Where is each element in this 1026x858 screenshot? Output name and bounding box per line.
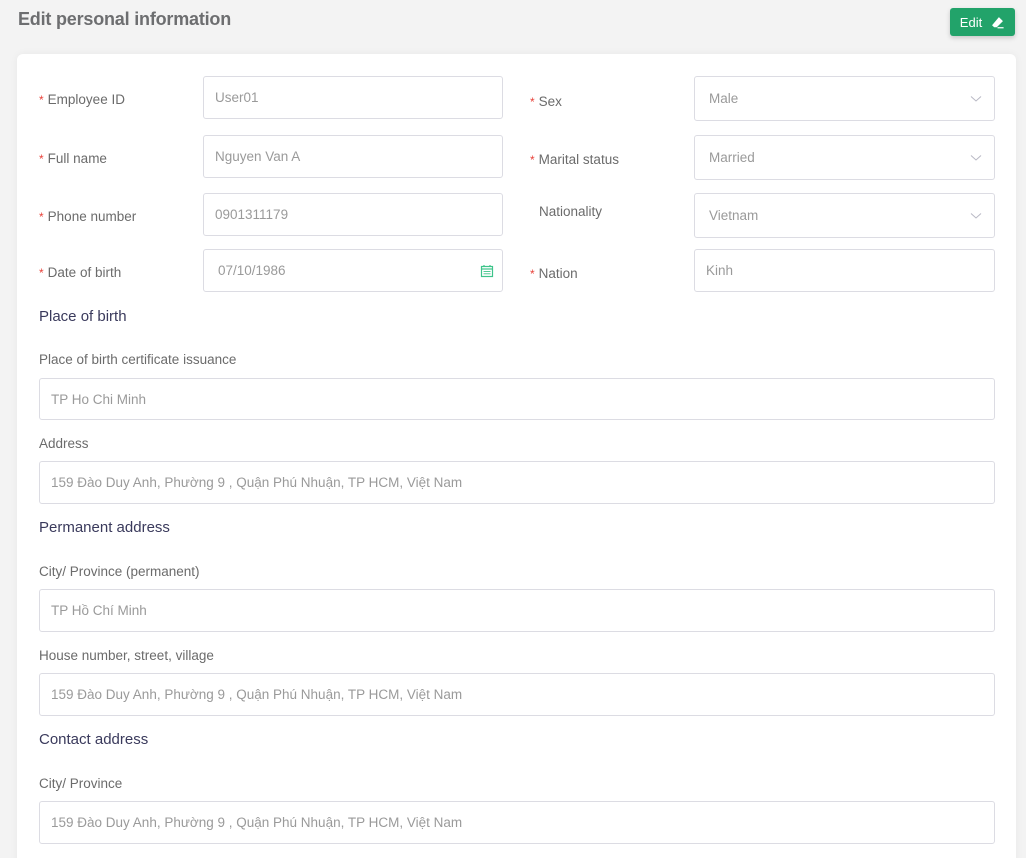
required-marker: *	[39, 152, 44, 166]
marital-status-select[interactable]: Married	[694, 135, 995, 180]
marital-status-value: Married	[709, 150, 755, 165]
employee-id-label: * Employee ID	[39, 92, 125, 107]
required-marker: *	[530, 153, 535, 167]
permanent-city-value: TP Hồ Chí Minh	[51, 603, 147, 618]
contact-city-value: 159 Đào Duy Anh, Phường 9 , Quận Phú Nhu…	[51, 815, 463, 830]
birth-certificate-issuance-input[interactable]: TP Ho Chi Minh	[39, 378, 995, 420]
chevron-down-icon	[970, 212, 982, 219]
permanent-street-label: House number, street, village	[39, 648, 214, 663]
permanent-city-input[interactable]: TP Hồ Chí Minh	[39, 589, 995, 632]
edit-button-label: Edit	[959, 14, 983, 30]
nation-value: Kinh	[706, 263, 734, 278]
place-of-birth-section-title: Place of birth	[39, 308, 127, 325]
sex-select[interactable]: Male	[694, 76, 995, 121]
date-of-birth-label: * Date of birth	[39, 265, 122, 280]
edit-button[interactable]: Edit	[950, 8, 1015, 36]
phone-number-value: 0901311179	[215, 207, 289, 222]
full-name-input[interactable]: Nguyen Van A	[203, 135, 503, 178]
required-marker: *	[530, 95, 535, 109]
page-title: Edit personal information	[18, 9, 232, 29]
required-marker: *	[530, 267, 535, 281]
chevron-down-icon	[970, 154, 982, 161]
birth-address-input[interactable]: 159 Đào Duy Anh, Phường 9 , Quận Phú Nhu…	[39, 461, 995, 504]
birth-certificate-issuance-label: Place of birth certificate issuance	[39, 352, 237, 367]
required-marker: *	[39, 210, 44, 224]
nation-label: * Nation	[530, 266, 578, 281]
permanent-city-label: City/ Province (permanent)	[39, 564, 200, 579]
nationality-value: Vietnam	[709, 208, 759, 223]
date-of-birth-input[interactable]: 07/10/1986	[203, 249, 503, 292]
sex-value: Male	[709, 91, 739, 106]
employee-id-value: User01	[215, 90, 259, 105]
calendar-icon[interactable]	[480, 264, 494, 278]
nationality-select[interactable]: Vietnam	[694, 193, 995, 238]
eraser-icon	[992, 16, 1004, 28]
phone-number-label: * Phone number	[39, 209, 137, 224]
employee-id-input[interactable]: User01	[203, 76, 503, 119]
personal-info-card: * Employee ID User01 * Full name Nguyen Va…	[17, 54, 1016, 858]
permanent-street-value: 159 Đào Duy Anh, Phường 9 , Quận Phú Nhu…	[51, 687, 463, 702]
nation-input[interactable]: Kinh	[694, 249, 995, 292]
full-name-value: Nguyen Van A	[215, 149, 301, 164]
contact-city-input[interactable]: 159 Đào Duy Anh, Phường 9 , Quận Phú Nhu…	[39, 801, 995, 844]
birth-address-value: 159 Đào Duy Anh, Phường 9 , Quận Phú Nhu…	[51, 475, 463, 490]
full-name-label: * Full name	[39, 151, 107, 166]
birth-certificate-issuance-value: TP Ho Chi Minh	[51, 391, 147, 407]
birth-address-label: Address	[39, 436, 89, 451]
sex-label: * Sex	[530, 94, 562, 109]
date-of-birth-value: 07/10/1986	[218, 263, 286, 278]
contact-city-label: City/ Province	[39, 776, 123, 791]
contact-address-section-title: Contact address	[39, 731, 149, 748]
required-marker: *	[39, 266, 44, 280]
required-marker: *	[39, 93, 44, 107]
nationality-label: Nationality	[539, 204, 603, 219]
phone-number-input[interactable]: 0901311179	[203, 193, 503, 236]
permanent-street-input[interactable]: 159 Đào Duy Anh, Phường 9 , Quận Phú Nhu…	[39, 673, 995, 716]
marital-status-label: * Marital status	[530, 152, 619, 167]
permanent-address-section-title: Permanent address	[39, 519, 170, 536]
chevron-down-icon	[970, 95, 982, 102]
